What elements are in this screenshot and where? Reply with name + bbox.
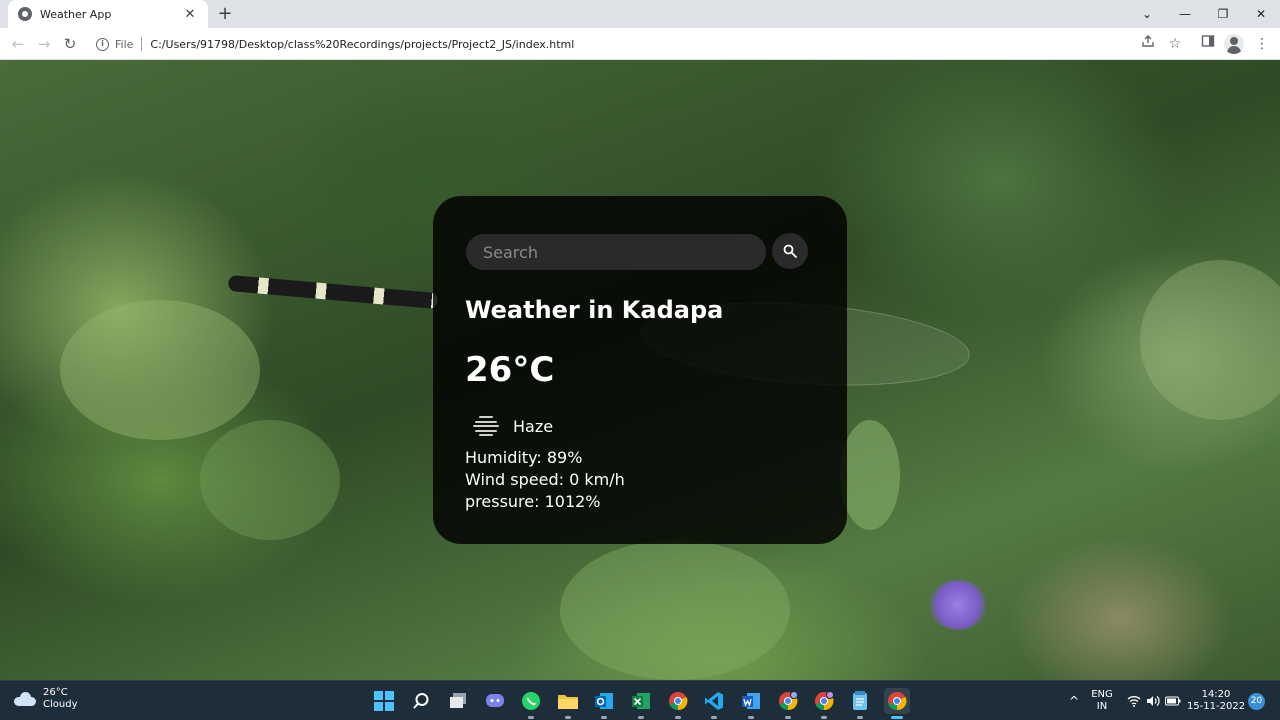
browser-tab[interactable]: Weather App ✕	[8, 0, 208, 28]
folder-icon	[558, 695, 578, 709]
dragonfly-tail	[227, 274, 439, 310]
maximize-button[interactable]: ❐	[1204, 0, 1242, 28]
chrome-icon	[888, 692, 907, 711]
excel-app[interactable]	[628, 688, 654, 719]
share-icon[interactable]	[1136, 32, 1160, 56]
chrome-app[interactable]	[665, 688, 691, 719]
tab-title: Weather App	[40, 7, 112, 21]
taskbar-weather-widget[interactable]: 26°C Cloudy	[14, 687, 77, 711]
side-panel-icon[interactable]	[1196, 32, 1220, 56]
globe-icon	[18, 7, 32, 21]
address-scheme: File	[115, 37, 134, 51]
tab-search-icon[interactable]: ⌄	[1128, 0, 1166, 28]
leaf-shape	[840, 420, 900, 530]
info-icon[interactable]: i	[96, 37, 109, 51]
browser-toolbar: ← → ↻ i File C:/Users/91798/Desktop/clas…	[0, 28, 1280, 60]
notepad-icon	[853, 691, 867, 710]
volume-icon	[1147, 696, 1160, 706]
language-indicator[interactable]: ENG IN	[1088, 681, 1116, 720]
task-view-icon	[450, 693, 466, 708]
search-taskbar-button[interactable]	[408, 688, 434, 714]
notepad-app[interactable]	[847, 688, 873, 719]
condition-row: Haze	[471, 412, 553, 440]
language-code: ENG	[1091, 689, 1113, 700]
weather-card: Weather in Kadapa 26°C Haze Humidity: 89…	[433, 196, 847, 544]
vscode-icon	[705, 692, 723, 710]
browser-titlebar: Weather App ✕ + ⌄ — ❐ ✕	[0, 0, 1280, 28]
leaf-shape	[60, 300, 260, 440]
whatsapp-app[interactable]	[518, 688, 544, 719]
profile-avatar[interactable]	[1224, 34, 1244, 54]
weather-widget-desc: Cloudy	[43, 699, 78, 710]
leaf-shape	[560, 540, 790, 680]
close-window-button[interactable]: ✕	[1242, 0, 1280, 28]
tab-close-icon[interactable]: ✕	[182, 7, 198, 22]
task-view-button[interactable]	[445, 688, 471, 714]
search-button[interactable]	[772, 233, 808, 269]
start-button[interactable]	[371, 688, 397, 714]
system-status-icons[interactable]	[1124, 681, 1184, 720]
excel-icon	[632, 693, 650, 709]
condition-label: Haze	[513, 416, 554, 436]
vscode-app[interactable]	[701, 688, 727, 719]
wifi-icon	[1127, 696, 1141, 707]
word-icon	[742, 693, 760, 709]
new-tab-button[interactable]: +	[214, 3, 236, 25]
search-icon	[783, 244, 797, 258]
notification-badge[interactable]: 20	[1248, 693, 1265, 710]
weather-widget-temp: 26°C	[43, 687, 68, 698]
bookmark-star-icon[interactable]: ☆	[1163, 32, 1187, 56]
file-explorer-app[interactable]	[555, 688, 581, 719]
forward-button[interactable]: →	[32, 32, 56, 56]
windows-icon	[374, 691, 394, 711]
reload-button[interactable]: ↻	[58, 32, 82, 56]
minimize-button[interactable]: —	[1166, 0, 1204, 28]
search-icon	[413, 693, 429, 709]
leaf-shape	[1140, 260, 1280, 420]
region-code: IN	[1096, 701, 1108, 712]
outlook-app[interactable]	[591, 688, 617, 719]
clock-time: 14:20	[1201, 689, 1231, 700]
humidity: Humidity: 89%	[465, 448, 583, 467]
battery-icon	[1165, 696, 1181, 706]
chrome-profile-app-2[interactable]	[811, 688, 837, 719]
address-divider	[141, 37, 143, 51]
address-bar[interactable]: i File C:/Users/91798/Desktop/class%20Re…	[88, 31, 1192, 57]
haze-icon	[471, 416, 501, 436]
city-heading: Weather in Kadapa	[465, 296, 724, 324]
outlook-icon	[595, 693, 613, 709]
more-menu-icon[interactable]: ⋮	[1250, 32, 1274, 56]
cloud-icon	[14, 692, 36, 706]
word-app[interactable]	[738, 688, 764, 719]
clock-date: 15-11-2022	[1186, 701, 1246, 712]
leaf-shape	[200, 420, 340, 540]
wind-speed: Wind speed: 0 km/h	[465, 470, 625, 489]
show-hidden-icons[interactable]: ^	[1064, 681, 1084, 720]
chrome-profile-app[interactable]	[775, 688, 801, 719]
clock[interactable]: 14:20 15-11-2022	[1186, 681, 1246, 720]
chrome-icon	[779, 691, 798, 711]
purple-flower	[928, 580, 988, 630]
chat-button[interactable]	[482, 688, 508, 714]
whatsapp-icon	[522, 692, 540, 710]
taskbar: 26°C Cloudy ^ ENG IN 14:20 15-11-2022 20	[0, 680, 1280, 720]
back-button[interactable]: ←	[6, 32, 30, 56]
chrome-icon	[669, 692, 688, 711]
address-url[interactable]: C:/Users/91798/Desktop/class%20Recording…	[150, 38, 574, 51]
pressure: pressure: 1012%	[465, 492, 601, 511]
temperature: 26°C	[465, 350, 555, 390]
chrome-active-app[interactable]	[884, 688, 910, 719]
chrome-icon	[815, 691, 834, 711]
chat-icon	[486, 694, 504, 707]
search-input[interactable]	[466, 234, 766, 270]
